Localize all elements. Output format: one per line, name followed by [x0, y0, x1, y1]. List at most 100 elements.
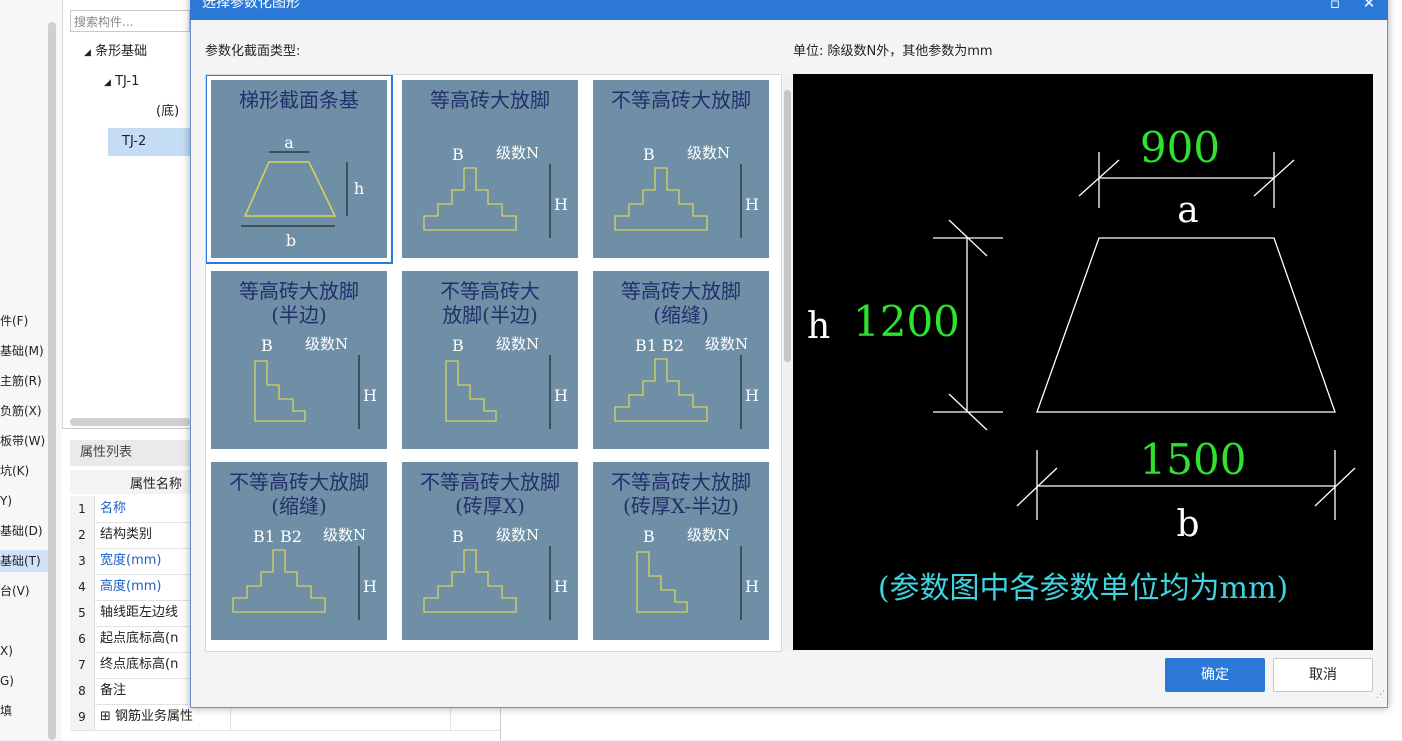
svg-text:H: H	[363, 386, 377, 405]
shape-thumbnail: B 级数N H 等高砖大放脚	[402, 80, 578, 258]
property-row-number: 7	[70, 652, 95, 678]
shape-tile[interactable]: a h b 梯形截面条基	[206, 75, 393, 264]
shape-thumbnail: a h b 梯形截面条基	[211, 80, 387, 258]
search-input[interactable]: 搜索构件...	[70, 10, 190, 32]
svg-text:H: H	[745, 577, 759, 596]
left-menu-item[interactable]: 主筋(R)	[0, 370, 48, 392]
shape-tile-label: 不等高砖大 放脚(半边)	[440, 279, 540, 327]
svg-text:H: H	[745, 195, 759, 214]
left-menu-item[interactable]: 台(V)	[0, 580, 48, 602]
svg-text:B1 B2: B1 B2	[253, 527, 302, 546]
shape-tile-label: 梯形截面条基	[239, 88, 359, 112]
resize-grip-icon[interactable]: ⋰	[1376, 690, 1385, 700]
svg-text:B: B	[643, 145, 655, 164]
svg-text:级数N: 级数N	[496, 335, 539, 353]
shape-tile-label: 不等高砖大放脚 (砖厚X-半边)	[611, 470, 751, 518]
shape-thumbnail: B1 B2 级数N H 等高砖大放脚 (缩缝)	[593, 271, 769, 449]
left-menu-item[interactable]: Y)	[0, 490, 48, 512]
svg-text:a: a	[284, 133, 294, 152]
tree-node-label: 条形基础	[95, 44, 148, 59]
left-menu-item[interactable]: 基础(D)	[0, 520, 48, 542]
shape-tile[interactable]: B 级数N H 不等高砖大 放脚(半边)	[397, 266, 583, 454]
shape-tile-label: 等高砖大放脚 (半边)	[239, 279, 359, 327]
dialog-title: 选择参数化图形	[202, 0, 300, 11]
b-value: 1500	[1140, 435, 1247, 484]
property-name: 宽度(mm)	[100, 553, 162, 568]
shape-tile-label: 不等高砖大放脚 (砖厚X)	[420, 470, 560, 518]
shape-tile[interactable]: B1 B2 级数N H 不等高砖大放脚 (缩缝)	[206, 457, 392, 645]
property-row-number: 6	[70, 626, 95, 652]
shape-tile[interactable]: B 级数N H 不等高砖大放脚	[588, 75, 774, 263]
property-row-number: 9	[70, 704, 95, 730]
left-menu-item[interactable]: 坑(K)	[0, 460, 48, 482]
shape-thumbnail: B 级数N H 不等高砖大放脚 (砖厚X-半边)	[593, 462, 769, 640]
tree-node-tj1[interactable]: ◢ TJ-1	[104, 68, 139, 96]
svg-text:h: h	[354, 179, 364, 198]
left-menu-item[interactable]: 填	[0, 700, 48, 722]
left-menu-item[interactable]: 负筋(X)	[0, 400, 48, 422]
property-name-header: 属性名称	[130, 477, 183, 492]
shape-tile-label: 不等高砖大放脚 (缩缝)	[229, 470, 369, 518]
shape-tile-label: 等高砖大放脚	[430, 88, 550, 112]
svg-text:H: H	[363, 577, 377, 596]
svg-text:级数N: 级数N	[687, 526, 730, 544]
expand-arrow-icon[interactable]: ◢	[104, 78, 111, 88]
shape-tile[interactable]: B1 B2 级数N H 等高砖大放脚 (缩缝)	[588, 266, 774, 454]
shape-tile-label: 等高砖大放脚 (缩缝)	[621, 279, 741, 327]
shape-preview: 900 a h 1200 1500 b (参数图中各参数单位均为mm)	[793, 74, 1373, 650]
shape-thumbnail: B 级数N H 不等高砖大放脚 (砖厚X)	[402, 462, 578, 640]
svg-text:级数N: 级数N	[705, 335, 748, 353]
svg-text:B: B	[452, 145, 464, 164]
property-row-number: 2	[70, 522, 95, 548]
svg-text:H: H	[554, 195, 568, 214]
property-name: ⊞ 钢筋业务属性	[100, 709, 194, 724]
left-nav-scrollbar[interactable]	[48, 22, 56, 740]
expand-arrow-icon[interactable]: ◢	[84, 48, 91, 58]
unit-note: (参数图中各参数单位均为mm)	[878, 571, 1288, 606]
left-menu-item[interactable]: 基础(T)	[0, 550, 48, 572]
property-row-number: 8	[70, 678, 95, 704]
tree-node-strip-foundation[interactable]: ◢ 条形基础	[84, 38, 147, 66]
svg-text:H: H	[554, 386, 568, 405]
property-name: 结构类别	[100, 527, 153, 542]
shape-tile[interactable]: B 级数N H 等高砖大放脚	[397, 75, 583, 263]
cancel-button[interactable]: 取消	[1273, 658, 1373, 692]
tree-node-tj1-bottom[interactable]: (底)	[156, 98, 179, 126]
shape-thumbnail: B1 B2 级数N H 不等高砖大放脚 (缩缝)	[211, 462, 387, 640]
h-value: 1200	[853, 297, 960, 346]
left-menu-item[interactable]: 板带(W)	[0, 430, 48, 452]
svg-text:B: B	[452, 527, 464, 546]
shape-tile[interactable]: B 级数N H 等高砖大放脚 (半边)	[206, 266, 392, 454]
svg-text:级数N: 级数N	[305, 335, 348, 353]
shape-tile[interactable]: B 级数N H 不等高砖大放脚 (砖厚X-半边)	[588, 457, 774, 645]
property-name: 备注	[100, 683, 127, 698]
trapezoid-outline	[1036, 237, 1336, 413]
left-menu-item[interactable]: 基础(M)	[0, 340, 48, 362]
tree-node-tj2[interactable]: TJ-2	[122, 128, 146, 156]
left-menu-item[interactable]: G)	[0, 670, 48, 692]
shape-tile[interactable]: B 级数N H 不等高砖大放脚 (砖厚X)	[397, 457, 583, 645]
property-name: 高度(mm)	[100, 579, 162, 594]
close-icon[interactable]: ✕	[1356, 0, 1382, 14]
tree-horizontal-scrollbar[interactable]	[70, 418, 190, 426]
property-row-number: 4	[70, 574, 95, 600]
left-menu-item[interactable]: 件(F)	[0, 310, 48, 332]
left-menu-item[interactable]: X)	[0, 640, 48, 662]
preview-drawing: 900 a h 1200 1500 b (参数图中各参数单位均为mm)	[807, 123, 1356, 606]
confirm-button[interactable]: 确定	[1165, 658, 1265, 692]
property-row-number: 1	[70, 496, 95, 522]
property-row-number: 3	[70, 548, 95, 574]
property-name: 名称	[100, 501, 127, 516]
scrollbar-thumb[interactable]	[784, 90, 791, 362]
a-value: 900	[1140, 123, 1220, 172]
unit-label: 单位: 除级数N外，其他参数为mm	[793, 44, 993, 59]
shape-thumbnail: B 级数N H 不等高砖大放脚	[593, 80, 769, 258]
svg-text:级数N: 级数N	[496, 526, 539, 544]
svg-text:H: H	[745, 386, 759, 405]
property-row[interactable]: 9 ⊞ 钢筋业务属性	[70, 704, 500, 731]
maximize-icon[interactable]: ▫	[1322, 0, 1348, 14]
h-label: h	[807, 306, 830, 347]
shape-grid: a h b 梯形截面条基 B 级数N H 等高砖大放脚 B 级数N H 不等高砖…	[205, 74, 782, 652]
shape-tile-label: 不等高砖大放脚	[611, 88, 751, 112]
b-label: b	[1176, 504, 1199, 545]
